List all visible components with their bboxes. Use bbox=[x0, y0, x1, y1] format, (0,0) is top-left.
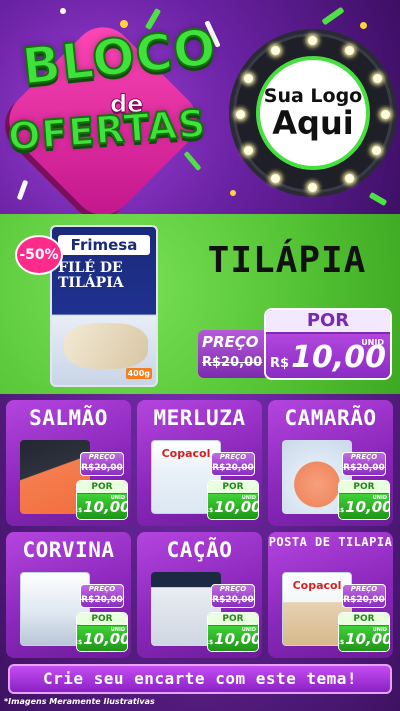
card-title: MERLUZA bbox=[153, 406, 246, 430]
old-price-tag: PREÇO R$20,00 bbox=[211, 452, 255, 476]
currency: R$ bbox=[270, 356, 290, 371]
unit-label: UNID bbox=[372, 627, 387, 633]
old-price-tag: PREÇO R$20,00 bbox=[80, 452, 124, 476]
preco-label: PREÇO bbox=[219, 585, 247, 593]
create-flyer-button[interactable]: Crie seu encarte com este tema! bbox=[8, 664, 392, 694]
light-bulb-icon bbox=[244, 146, 253, 155]
light-bulb-icon bbox=[271, 174, 280, 183]
confetti-dot bbox=[230, 190, 236, 196]
currency: R$ bbox=[77, 507, 83, 514]
new-price-tag: PORUNIDR$10,00 bbox=[338, 480, 390, 520]
old-price-tag: PREÇO R$20,00 bbox=[211, 584, 255, 608]
unit-label: UNID bbox=[241, 627, 256, 633]
product-card: CAMARÃO PREÇOR$20,00 PORUNIDR$10,00 bbox=[268, 400, 393, 526]
preco-label: PREÇO bbox=[350, 453, 378, 461]
por-label: POR bbox=[208, 481, 258, 493]
unit-label: UNID bbox=[110, 495, 125, 501]
old-price: R$20,00 bbox=[202, 355, 263, 370]
preco-label: PREÇO bbox=[350, 585, 378, 593]
old-price: R$20,00 bbox=[81, 463, 123, 473]
light-bulb-icon bbox=[308, 183, 317, 192]
por-label: POR bbox=[208, 613, 258, 625]
product-name: FILÉ DE TILÁPIA bbox=[58, 260, 124, 291]
confetti-strip bbox=[368, 191, 388, 207]
old-price: R$20,00 bbox=[212, 595, 254, 605]
product-brand: Copacol bbox=[161, 447, 211, 460]
light-bulb-icon bbox=[381, 110, 390, 119]
preco-label: PREÇO bbox=[88, 453, 116, 461]
por-label: POR bbox=[266, 310, 390, 332]
unit-label: UNID bbox=[241, 495, 256, 501]
images-disclaimer: *Imagens Meramente Ilustrativas bbox=[4, 697, 155, 706]
discount-badge: -50% bbox=[15, 235, 63, 275]
product-weight: 400g bbox=[125, 368, 152, 379]
preco-label: PREÇO bbox=[219, 453, 247, 461]
card-title: POSTA DE TILAPIA bbox=[268, 535, 393, 549]
card-title: CAMARÃO bbox=[284, 406, 377, 430]
light-bulb-icon bbox=[345, 174, 354, 183]
confetti-strip bbox=[16, 179, 29, 201]
old-price-tag: PREÇO R$20,00 bbox=[342, 452, 386, 476]
product-brand: Copacol bbox=[292, 579, 342, 592]
product-card: SALMÃO PREÇOR$20,00 PORUNIDR$10,00 bbox=[6, 400, 131, 526]
light-bulb-icon bbox=[372, 146, 381, 155]
confetti-dot bbox=[60, 8, 66, 14]
badge-text-line2: Aqui bbox=[272, 103, 354, 142]
new-price-tag: PORUNIDR$10,00 bbox=[338, 612, 390, 652]
por-label: POR bbox=[339, 481, 389, 493]
new-price-tag: PORUNIDR$10,00 bbox=[76, 480, 128, 520]
por-label: POR bbox=[77, 481, 127, 493]
new-price-tag: PORUNIDR$10,00 bbox=[207, 480, 259, 520]
old-price: R$20,00 bbox=[343, 463, 385, 473]
currency: R$ bbox=[208, 639, 214, 646]
currency: R$ bbox=[339, 639, 345, 646]
currency: R$ bbox=[77, 639, 83, 646]
light-bulb-icon bbox=[271, 46, 280, 55]
light-bulb-icon bbox=[236, 110, 245, 119]
hero-old-price-tag: PREÇO R$20,00 bbox=[198, 330, 270, 378]
old-price: R$20,00 bbox=[212, 463, 254, 473]
logo-placeholder-badge: Sua Logo Aqui bbox=[256, 56, 370, 170]
hero-title: TILÁPIA bbox=[207, 240, 367, 281]
fish-fillet-icon bbox=[64, 323, 148, 369]
preco-label: PREÇO bbox=[202, 333, 259, 351]
card-title: SALMÃO bbox=[29, 406, 108, 430]
card-title: CAÇÃO bbox=[166, 538, 233, 562]
product-card: CORVINA PREÇOR$20,00 PORUNIDR$10,00 bbox=[6, 532, 131, 658]
light-bulb-icon bbox=[345, 46, 354, 55]
confetti-strip bbox=[321, 6, 345, 26]
product-card: POSTA DE TILAPIA Copacol PREÇO R$20,00 PO… bbox=[268, 532, 393, 658]
old-price-tag: PREÇO R$20,00 bbox=[342, 584, 386, 608]
hero-product-image: Frimesa FILÉ DE TILÁPIA 400g bbox=[50, 225, 158, 387]
preco-label: PREÇO bbox=[88, 585, 116, 593]
por-label: POR bbox=[77, 613, 127, 625]
old-price-tag: PREÇO R$20,00 bbox=[80, 584, 124, 608]
card-title: CORVINA bbox=[22, 538, 115, 562]
logo-word-bloco: BLOCO bbox=[19, 17, 221, 97]
header-banner: BLOCO de OFERTAS Sua Logo Aqui bbox=[0, 0, 400, 214]
light-bulb-icon bbox=[244, 74, 253, 83]
currency: R$ bbox=[339, 507, 345, 514]
new-price-tag: PORUNIDR$10,00 bbox=[207, 612, 259, 652]
por-label: POR bbox=[339, 613, 389, 625]
hero-new-price-box: POR UNID R$ 10,00 bbox=[264, 308, 392, 380]
confetti-strip bbox=[183, 150, 202, 172]
light-bulb-icon bbox=[373, 74, 382, 83]
product-card: CAÇÃO PREÇOR$20,00 PORUNIDR$10,00 bbox=[137, 532, 262, 658]
new-price: UNID R$ 10,00 bbox=[266, 334, 390, 378]
unit-label: UNID bbox=[110, 627, 125, 633]
old-price: R$20,00 bbox=[343, 595, 385, 605]
new-price-tag: PORUNIDR$10,00 bbox=[76, 612, 128, 652]
unit-label: UNID bbox=[372, 495, 387, 501]
old-price: R$20,00 bbox=[81, 595, 123, 605]
unit-label: UNID bbox=[361, 338, 384, 347]
currency: R$ bbox=[208, 507, 214, 514]
confetti-dot bbox=[360, 22, 367, 29]
flyer: BLOCO de OFERTAS Sua Logo Aqui Frimesa F… bbox=[0, 0, 400, 711]
product-card: MERLUZA Copacol PREÇOR$20,00 PORUNIDR$10… bbox=[137, 400, 262, 526]
product-brand: Frimesa bbox=[58, 235, 150, 255]
light-bulb-icon bbox=[308, 36, 317, 45]
